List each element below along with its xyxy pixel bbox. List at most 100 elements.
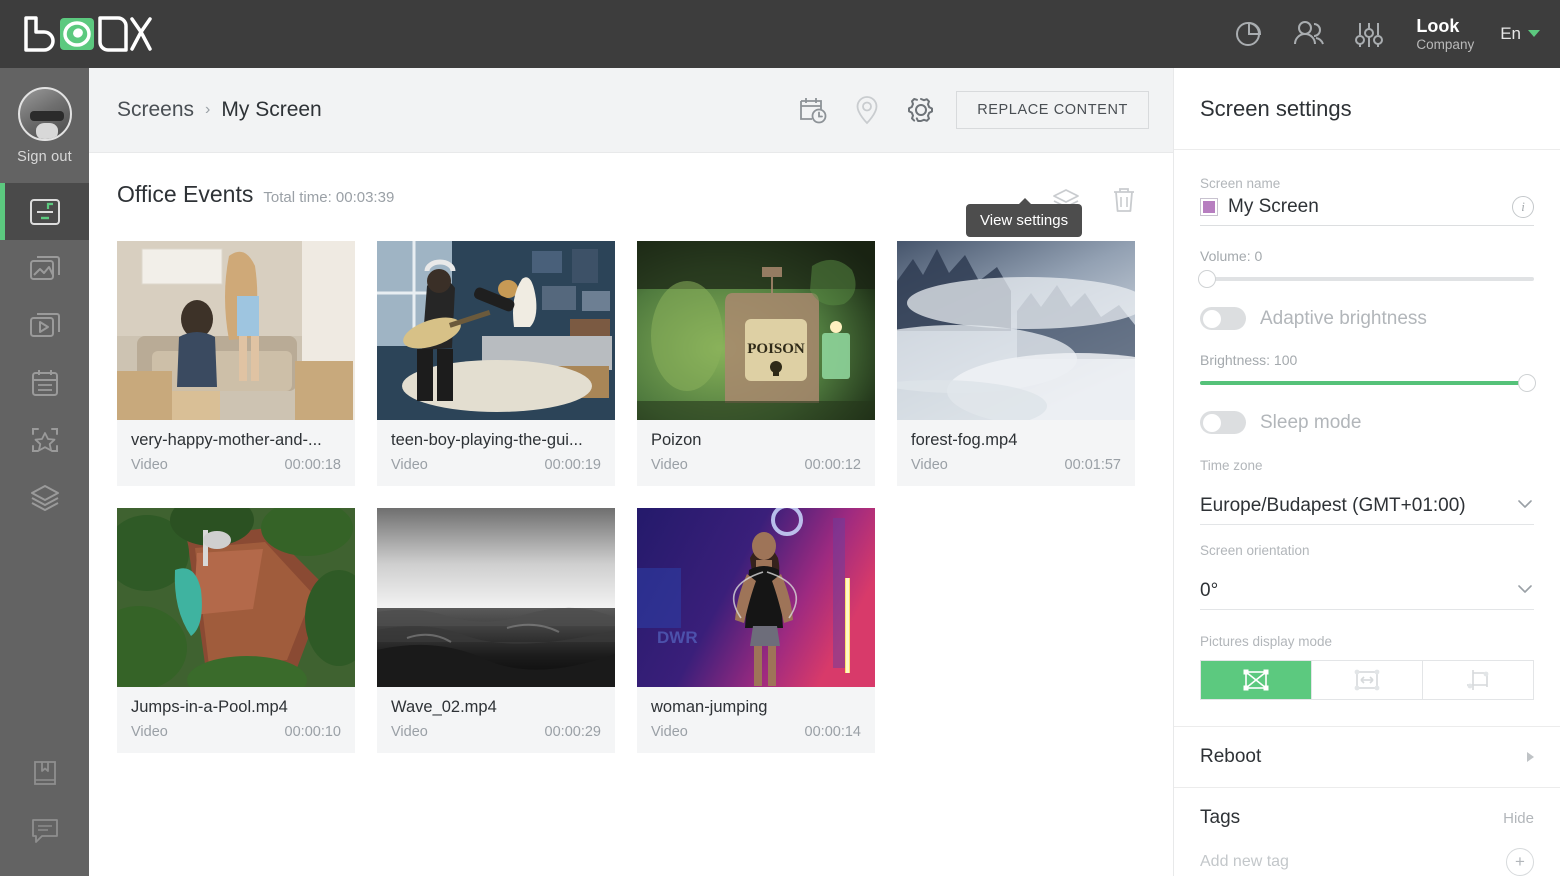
brightness-label: Brightness: 100 (1200, 352, 1298, 368)
orientation-value: 0° (1200, 580, 1219, 601)
language-selector[interactable]: En (1500, 24, 1540, 44)
brightness-slider-knob[interactable] (1518, 374, 1536, 392)
breadcrumb-current: My Screen (221, 98, 322, 121)
mode-fit-crop-button[interactable] (1423, 661, 1533, 699)
analytics-pie-icon[interactable] (1232, 17, 1266, 51)
brand-block[interactable]: Look Company (1416, 16, 1474, 52)
breadcrumb-screens[interactable]: Screens (117, 98, 194, 122)
fit-crop-icon (1467, 670, 1489, 690)
pictures-display-mode-group (1200, 660, 1534, 700)
sign-out-block[interactable]: Sign out (17, 87, 72, 165)
avatar[interactable] (17, 87, 72, 141)
media-card[interactable]: very-happy-mother-and-... Video 00:00:18 (117, 241, 355, 486)
media-card[interactable]: forest-fog.mp4 Video 00:01:57 (897, 241, 1135, 486)
media-thumbnail[interactable] (377, 241, 615, 420)
media-card-body: woman-jumping Video 00:00:14 (637, 687, 875, 753)
video-playlist-icon (29, 312, 60, 337)
tags-hide-button[interactable]: Hide (1503, 810, 1534, 827)
calendar-clock-icon[interactable] (794, 91, 832, 129)
media-duration: 00:00:10 (284, 724, 341, 740)
top-bar: Look Company En (0, 0, 1560, 68)
media-card[interactable]: POISON Poizon Video 00:00:12 (637, 241, 875, 486)
timezone-value: Europe/Budapest (GMT+01:00) (1200, 495, 1466, 516)
panel-body: Screen name My Screen i Volume: 0 Adapti… (1174, 150, 1560, 700)
media-duration: 00:01:57 (1064, 457, 1121, 473)
mode-fit-width-button[interactable] (1312, 661, 1423, 699)
app-logo[interactable] (22, 14, 154, 54)
media-thumbnail[interactable] (897, 241, 1135, 420)
media-type: Video (651, 724, 688, 740)
timezone-select[interactable]: Europe/Budapest (GMT+01:00) (1200, 495, 1534, 525)
sliders-icon[interactable] (1352, 17, 1386, 51)
media-thumbnail[interactable] (117, 241, 355, 420)
media-thumbnail[interactable]: POISON (637, 241, 875, 420)
users-icon[interactable] (1292, 17, 1326, 51)
info-icon[interactable]: i (1512, 196, 1534, 218)
media-thumbnail[interactable] (117, 508, 355, 687)
media-duration: 00:00:29 (544, 724, 601, 740)
media-title: Wave_02.mp4 (391, 698, 497, 716)
media-type: Video (911, 457, 948, 473)
top-bar-actions: Look Company En (1232, 16, 1560, 52)
screen-name-row[interactable]: My Screen i (1200, 196, 1534, 226)
sidebar-item-schedule[interactable] (0, 354, 89, 411)
trash-icon[interactable] (1105, 181, 1143, 219)
volume-slider-knob[interactable] (1198, 270, 1216, 288)
brightness-slider[interactable] (1200, 374, 1536, 392)
add-tag-row[interactable]: Add new tag + (1174, 848, 1560, 876)
gear-icon[interactable] (902, 91, 940, 129)
adaptive-brightness-toggle[interactable] (1200, 307, 1246, 330)
toggle-knob (1202, 413, 1221, 432)
media-meta: Video 00:00:14 (651, 724, 861, 740)
sign-out-label: Sign out (17, 149, 72, 165)
sidebar-item-screens[interactable] (0, 183, 89, 240)
media-thumbnail[interactable]: DWR (637, 508, 875, 687)
adaptive-brightness-row[interactable]: Adaptive brightness (1200, 307, 1534, 330)
media-duration: 00:00:12 (804, 457, 861, 473)
media-card[interactable]: Wave_02.mp4 Video 00:00:29 (377, 508, 615, 753)
media-card[interactable]: Jumps-in-a-Pool.mp4 Video 00:00:10 (117, 508, 355, 753)
add-tag-input[interactable]: Add new tag (1200, 853, 1289, 871)
screen-settings-panel: Screen settings Screen name My Screen i … (1173, 68, 1560, 876)
add-tag-plus-icon[interactable]: + (1506, 848, 1534, 876)
sidebar-item-bookmark[interactable] (0, 744, 89, 801)
volume-slider[interactable] (1198, 270, 1534, 288)
sleep-mode-label: Sleep mode (1260, 411, 1362, 433)
media-card-body: Wave_02.mp4 Video 00:00:29 (377, 687, 615, 753)
mode-fit-stretch-button[interactable] (1201, 661, 1312, 699)
color-swatch[interactable] (1200, 198, 1218, 216)
reboot-label: Reboot (1200, 746, 1262, 767)
chevron-down-icon (1518, 500, 1532, 508)
screen-name-label: Screen name (1200, 176, 1281, 191)
panel-title: Screen settings (1200, 95, 1352, 121)
sidebar-item-gallery[interactable] (0, 240, 89, 297)
sidebar-item-playlists[interactable] (0, 297, 89, 354)
sidebar-item-support-chat[interactable] (0, 801, 89, 858)
fit-width-icon (1354, 669, 1380, 691)
media-title: Poizon (651, 431, 702, 449)
media-meta: Video 00:00:19 (391, 457, 601, 473)
sleep-mode-row[interactable]: Sleep mode (1200, 411, 1534, 434)
sleep-mode-toggle[interactable] (1200, 411, 1246, 434)
media-card[interactable]: teen-boy-playing-the-gui... Video 00:00:… (377, 241, 615, 486)
brand-subtitle: Company (1416, 36, 1475, 52)
view-settings-tooltip: View settings (966, 198, 1083, 237)
location-pin-icon[interactable] (848, 91, 886, 129)
pictures-display-mode-label: Pictures display mode (1200, 634, 1333, 649)
media-card-body: forest-fog.mp4 Video 00:01:57 (897, 420, 1135, 486)
reboot-row[interactable]: Reboot (1174, 726, 1560, 788)
screen-name-field: Screen name My Screen i (1200, 176, 1534, 226)
volume-label: Volume: 0 (1200, 248, 1263, 264)
media-grid: very-happy-mother-and-... Video 00:00:18 (89, 219, 1173, 753)
replace-content-button[interactable]: REPLACE CONTENT (956, 91, 1149, 129)
orientation-select[interactable]: 0° (1200, 580, 1534, 610)
media-thumbnail[interactable] (377, 508, 615, 687)
media-type: Video (391, 724, 428, 740)
sidebar-item-widgets[interactable] (0, 411, 89, 468)
screen-name-input[interactable]: My Screen (1228, 196, 1502, 218)
media-card-body: teen-boy-playing-the-gui... Video 00:00:… (377, 420, 615, 486)
sidebar-item-layers[interactable] (0, 468, 89, 525)
media-duration: 00:00:18 (284, 457, 341, 473)
images-icon (29, 255, 60, 280)
media-card[interactable]: DWR woman-jumping Video 00:00:14 (637, 508, 875, 753)
